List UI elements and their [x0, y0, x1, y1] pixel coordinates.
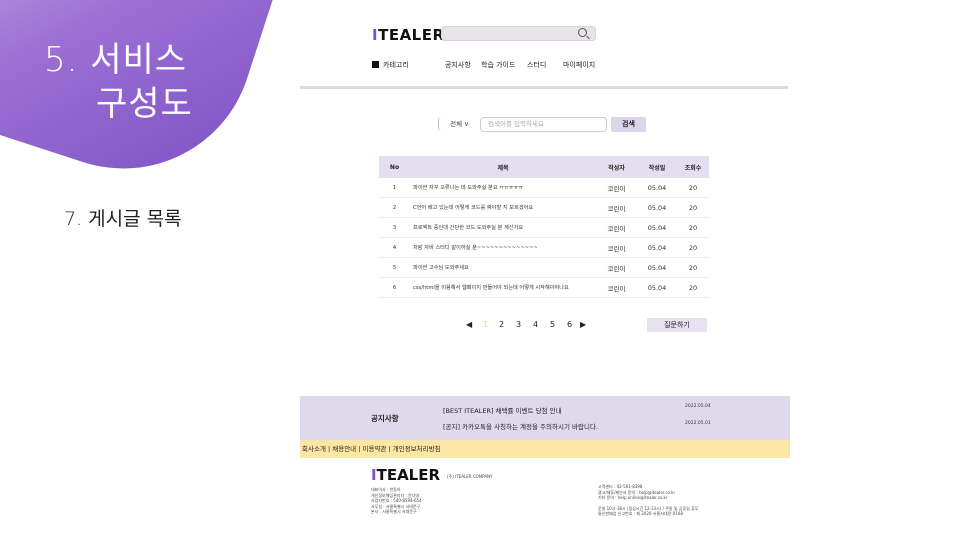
notice-date: 2022.05.04 — [685, 404, 711, 409]
search-button[interactable]: 검색 — [611, 117, 646, 132]
post-title-link[interactable]: C언어 배고 있는데 어떻게 코드를 짜야할 지 모르겠어요 — [410, 204, 596, 211]
page-1[interactable]: 1 — [483, 320, 488, 329]
board-search-input[interactable]: 검색어를 입력하세요 — [480, 117, 607, 132]
notice-label: 공지사항 — [371, 414, 399, 423]
page-2[interactable]: 2 — [499, 320, 504, 329]
col-views: 조회수 — [684, 164, 702, 172]
table-header: No 제목 작성자 작성일 조회수 — [379, 156, 709, 178]
filter-select[interactable]: 전체 ∨ — [438, 117, 480, 131]
post-title-link[interactable]: css/html을 이용해서 웹페이지 만들어야 되는데 어떻게 시작해야하나요 — [410, 284, 596, 291]
table-row[interactable]: 2 C언어 배고 있는데 어떻게 코드를 짜야할 지 모르겠어요 코린이 05.… — [379, 198, 709, 218]
page-5[interactable]: 5 — [550, 320, 555, 329]
notice-item[interactable]: [공지] 카카오톡을 사칭하는 계정을 주의하시기 바랍니다. — [443, 421, 598, 431]
nav-item-study[interactable]: 스터디 — [527, 60, 546, 70]
site-logo[interactable]: ITEALER — [372, 26, 445, 44]
ask-question-button[interactable]: 질문하기 — [647, 318, 707, 332]
nav-item-notice[interactable]: 공지사항 — [445, 60, 471, 70]
post-title-link[interactable]: 파이썬 자꾸 오류나는 데 도와주실 분요 ㅠㅠㅠㅠㅠ — [410, 184, 596, 191]
post-table: No 제목 작성자 작성일 조회수 1 파이썬 자꾸 오류나는 데 도와주실 분… — [379, 156, 709, 298]
post-title-link[interactable]: 프로젝트 중인데 간단한 코드 도와주실 분 계신가요 — [410, 224, 596, 231]
footer-logo: ITEALER — [371, 466, 441, 484]
notice-date: 2022.05.01 — [685, 421, 711, 426]
page-4[interactable]: 4 — [533, 320, 538, 329]
slide-title-line1: 5. 서비스 — [44, 40, 188, 80]
slide-title: 5. 서비스 구성도 — [44, 38, 214, 126]
post-title-link[interactable]: 파이썬 고수님 도와주세요 — [410, 264, 596, 271]
search-icon[interactable] — [578, 28, 587, 37]
col-author: 작성자 — [608, 164, 625, 172]
footer-contact-info: 고객센터 : 02-561-8398 광고/제휴/제안서 문의 : help@i… — [598, 484, 699, 516]
nav-item-guide[interactable]: 학습 가이드 — [481, 60, 515, 70]
board-list-mockup: ITEALER 카테고리 공지사항 학습 가이드 스터디 마이페이지 전체 ∨ … — [300, 0, 790, 540]
table-row[interactable]: 6 css/html을 이용해서 웹페이지 만들어야 되는데 어떻게 시작해야하… — [379, 278, 709, 298]
slide-title-line2: 구성도 — [96, 84, 193, 124]
page-6[interactable]: 6 — [567, 320, 572, 329]
footer-company-info: 대표이사 : 한동아 개인정보책임관리자 : 윤다영 사업자번호 : 540-8… — [371, 487, 422, 514]
prev-page-icon[interactable]: ◀ — [466, 320, 472, 329]
col-date: 작성일 — [648, 164, 666, 172]
table-row[interactable]: 3 프로젝트 중인데 간단한 코드 도와주실 분 계신가요 코린이 05.04 … — [379, 218, 709, 238]
post-title-link[interactable]: 저랑 자바 스터디 같이하실 분~~~~~~~~~~~~~~ — [410, 244, 596, 251]
footer-links[interactable]: 회사소개 | 채용안내 | 이용약관 | 개인정보처리방침 — [300, 440, 790, 458]
notice-item[interactable]: [BEST ITEALER] 채택률 이벤트 당첨 안내 — [443, 405, 562, 415]
table-row[interactable]: 5 파이썬 고수님 도와주세요 코린이 05.04 20 — [379, 258, 709, 278]
table-row[interactable]: 1 파이썬 자꾸 오류나는 데 도와주실 분요 ㅠㅠㅠㅠㅠ 코린이 05.04 … — [379, 178, 709, 198]
slide-subtitle: 7. 게시글 목록 — [64, 208, 182, 230]
nav-item-mypage[interactable]: 마이페이지 — [563, 60, 595, 70]
header-search-input[interactable] — [441, 26, 596, 41]
notice-section: 공지사항 [BEST ITEALER] 채택률 이벤트 당첨 안내 2022.0… — [300, 396, 790, 440]
col-title: 제목 — [497, 164, 509, 172]
nav-category-menu[interactable]: 카테고리 — [372, 60, 409, 70]
nav-divider — [300, 86, 788, 89]
menu-square-icon — [372, 61, 379, 68]
table-row[interactable]: 4 저랑 자바 스터디 같이하실 분~~~~~~~~~~~~~~ 코린이 05.… — [379, 238, 709, 258]
footer-company: (주) ITEALER COMPANY — [447, 474, 493, 479]
next-page-icon[interactable]: ▶ — [580, 320, 586, 329]
col-no: No — [389, 163, 400, 171]
page-3[interactable]: 3 — [516, 320, 521, 329]
